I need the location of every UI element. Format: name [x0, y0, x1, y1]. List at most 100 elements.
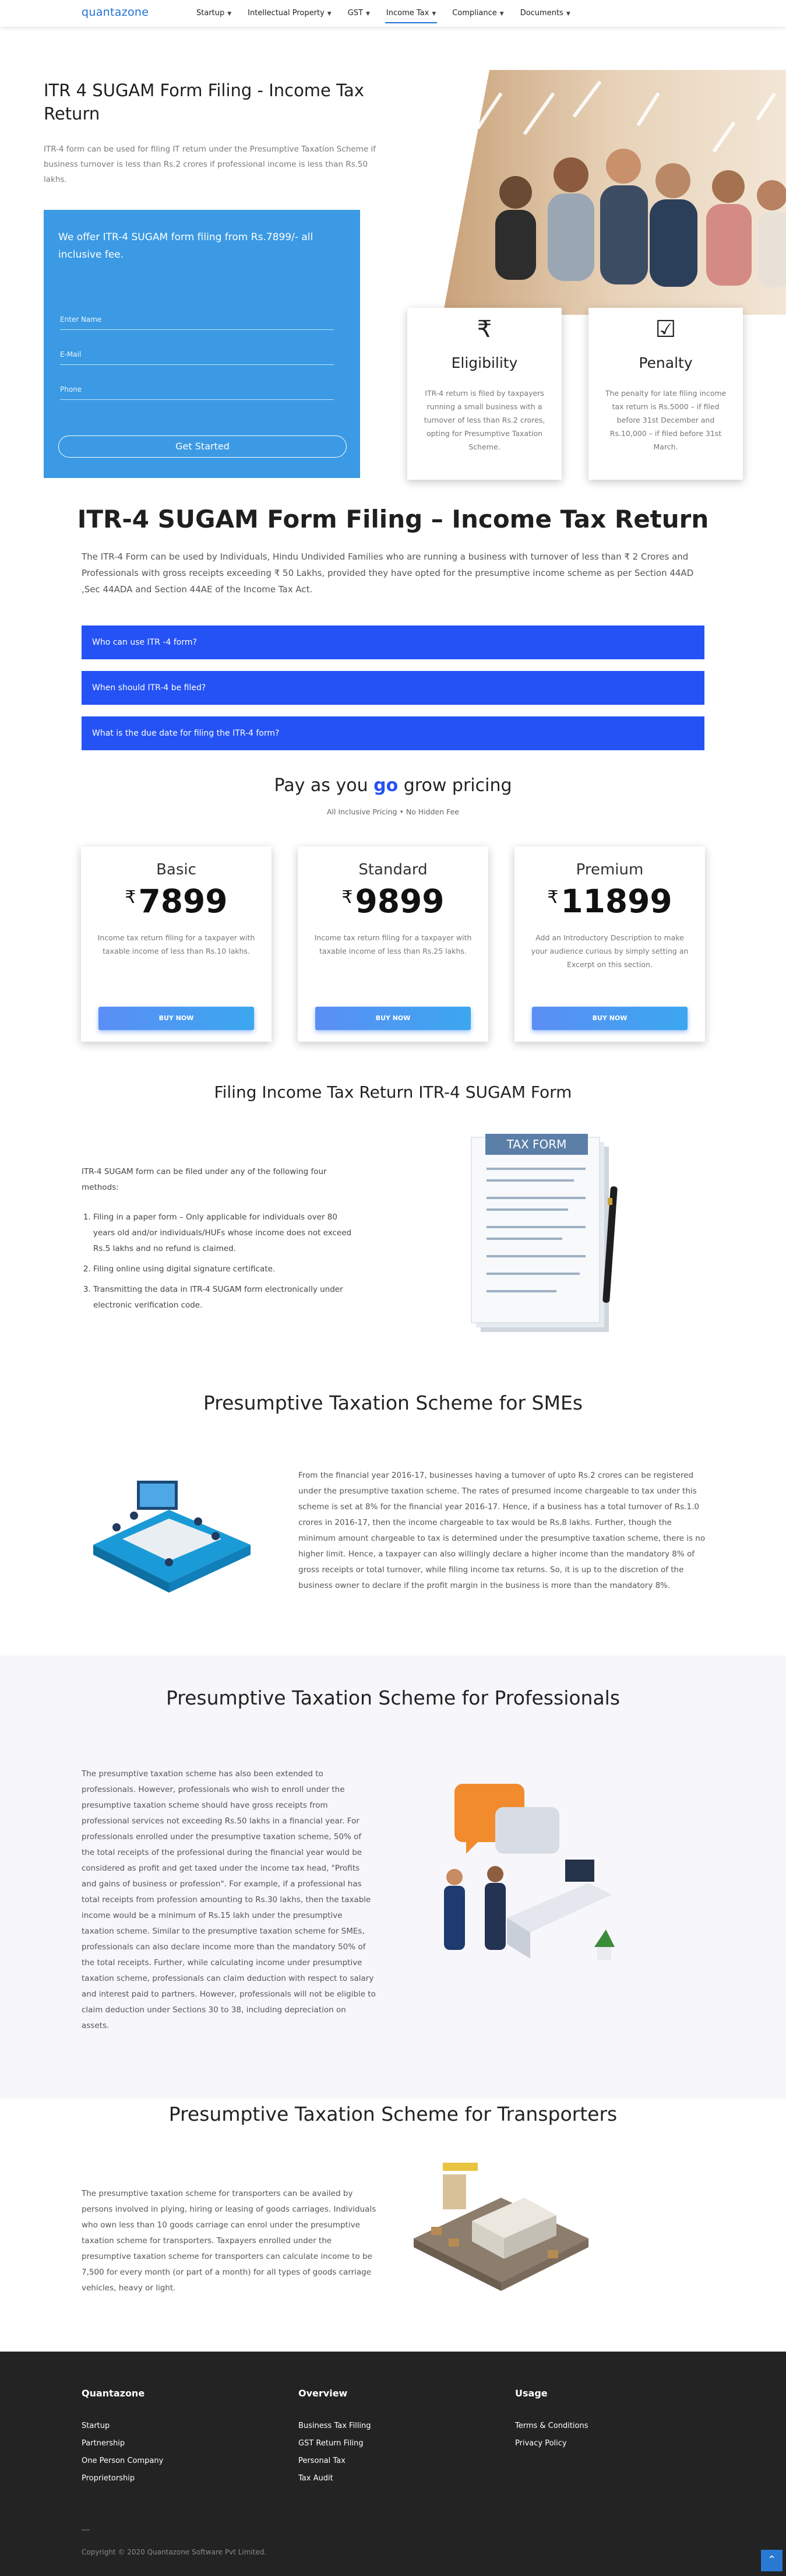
currency-symbol: ₹	[341, 887, 353, 908]
nav-label: Intellectual Property	[248, 9, 325, 17]
site-footer: Quantazone Startup Partnership One Perso…	[0, 2352, 786, 2576]
copyright-text: Copyright © 2020 Quantazone Software Pvt…	[82, 2548, 267, 2556]
phone-field[interactable]: Phone	[60, 384, 334, 400]
transporters-text: The presumptive taxation scheme for tran…	[82, 2189, 376, 2293]
buy-now-button[interactable]: BUY NOW	[98, 1007, 254, 1030]
plan-name: Premium	[576, 861, 644, 878]
get-started-button[interactable]: Get Started	[58, 435, 347, 458]
footer-link[interactable]: One Person Company	[82, 2456, 163, 2465]
nav-item-startup[interactable]: Startup ▼	[188, 0, 239, 27]
card-text: ITR-4 return is filed by taxpayers runni…	[424, 389, 545, 451]
price-value: 11899	[561, 883, 672, 920]
plan-price: ₹7899	[81, 883, 272, 920]
faq-item[interactable]: Who can use ITR -4 form?	[82, 625, 704, 659]
chevron-down-icon: ▼	[227, 11, 232, 17]
hero-title: ITR 4 SUGAM Form Filing - Income Tax Ret…	[44, 80, 364, 124]
rupee-icon: ₹	[477, 316, 492, 343]
penalty-card: ☑ Penalty The penalty for late filing in…	[588, 308, 743, 480]
footer-link[interactable]: Startup	[82, 2422, 110, 2430]
plan-name: Standard	[358, 861, 428, 878]
nav-item-documents[interactable]: Documents ▼	[512, 0, 579, 27]
chevron-down-icon: ▼	[327, 11, 332, 17]
buy-now-button[interactable]: BUY NOW	[315, 1007, 471, 1030]
footer-link[interactable]: Personal Tax	[298, 2456, 346, 2465]
smes-text: From the financial year 2016-17, busines…	[298, 1471, 706, 1590]
buy-now-button[interactable]: BUY NOW	[532, 1007, 688, 1030]
plan-card-standard: Standard ₹9899 Income tax return filing …	[298, 846, 488, 1042]
footer-link[interactable]: Proprietorship	[82, 2474, 135, 2483]
filing-title: Filing Income Tax Return ITR-4 SUGAM For…	[214, 1083, 572, 1102]
pricing-subtitle: All Inclusive Pricing • No Hidden Fee	[326, 807, 460, 816]
plan-desc: Add an Introductory Description to make …	[531, 933, 689, 969]
footer-link[interactable]: Partnership	[82, 2439, 125, 2448]
nav-label: Startup	[196, 9, 225, 17]
plan-card-premium: Premium ₹11899 Add an Introductory Descr…	[514, 846, 705, 1042]
plan-name: Basic	[156, 861, 196, 878]
plan-desc: Income tax return filing for a taxpayer …	[314, 933, 472, 955]
plan-desc: Income tax return filing for a taxpayer …	[97, 933, 255, 955]
footer-link[interactable]: Terms & Conditions	[515, 2422, 588, 2430]
footer-divider	[82, 2529, 90, 2531]
pricing-title-post: grow pricing	[398, 775, 512, 796]
card-title: Eligibility	[451, 354, 518, 371]
price-value: 7899	[138, 883, 228, 920]
nav-label: Income Tax	[386, 9, 429, 17]
eligibility-card: ₹ Eligibility ITR-4 return is filed by t…	[407, 308, 562, 480]
footer-link[interactable]: Tax Audit	[298, 2474, 333, 2483]
main-nav: Startup ▼ Intellectual Property ▼ GST ▼ Inc…	[188, 0, 579, 27]
site-header: quantazone Startup ▼ Intellectual Propert…	[0, 0, 786, 27]
nav-item-intellectual-property[interactable]: Intellectual Property ▼	[239, 0, 340, 27]
nav-label: Documents	[520, 9, 563, 17]
nav-item-compliance[interactable]: Compliance ▼	[444, 0, 512, 27]
brand-logo[interactable]: quantazone	[82, 6, 149, 19]
transporters-title: Presumptive Taxation Scheme for Transpor…	[168, 2103, 618, 2125]
footer-link[interactable]: GST Return Filing	[298, 2439, 364, 2448]
faq-item[interactable]: What is the due date for filing the ITR-…	[82, 716, 704, 750]
pricing-title-go: go	[373, 775, 399, 796]
meeting-illustration	[82, 1457, 256, 1597]
footer-link[interactable]: Privacy Policy	[515, 2439, 567, 2448]
handshake-illustration	[420, 1772, 618, 1982]
chevron-up-icon: ⌃	[767, 2554, 777, 2566]
intro-text: The ITR-4 Form can be used by Individual…	[82, 551, 694, 595]
method-item: Filing in a paper form – Only applicable…	[93, 1210, 361, 1257]
card-text: The penalty for late filing income tax r…	[605, 389, 727, 451]
method-item: Transmitting the data in ITR-4 SUGAM for…	[93, 1282, 361, 1313]
nav-label: Compliance	[452, 9, 497, 17]
professionals-text: The presumptive taxation scheme has also…	[82, 1769, 376, 2030]
offer-text: We offer ITR-4 SUGAM form filing from Rs…	[58, 231, 313, 261]
plan-price: ₹11899	[514, 883, 705, 920]
footer-heading: Quantazone	[82, 2388, 145, 2399]
checkbox-icon: ☑	[655, 316, 676, 343]
currency-symbol: ₹	[547, 887, 559, 908]
nav-item-income-tax[interactable]: Income Tax ▼	[378, 0, 444, 27]
card-title: Penalty	[639, 354, 693, 371]
method-item: Filing online using digital signature ce…	[93, 1261, 361, 1277]
professionals-title: Presumptive Taxation Scheme for Professi…	[165, 1686, 621, 1709]
transport-illustration	[408, 2151, 594, 2303]
nav-label: GST	[347, 9, 363, 17]
tax-form-illustration: TAX FORM	[469, 1134, 626, 1338]
email-field[interactable]: E-Mail	[60, 349, 334, 365]
footer-link[interactable]: Business Tax Filling	[298, 2422, 371, 2430]
footer-heading: Usage	[515, 2388, 548, 2399]
pricing-title: Pay as you go grow pricing	[0, 775, 786, 796]
scroll-to-top-button[interactable]: ⌃	[761, 2550, 783, 2571]
name-field[interactable]: Enter Name	[60, 314, 334, 330]
lead-form: We offer ITR-4 SUGAM form filing from Rs…	[44, 210, 360, 478]
chevron-down-icon: ▼	[499, 11, 504, 17]
smes-title: Presumptive Taxation Scheme for SMEs	[203, 1391, 583, 1414]
hero-lead: ITR-4 form can be used for filing IT ret…	[44, 145, 376, 184]
price-value: 9899	[355, 883, 445, 920]
chevron-down-icon: ▼	[365, 11, 370, 17]
chevron-down-icon: ▼	[432, 11, 436, 17]
footer-heading: Overview	[298, 2388, 348, 2399]
tax-form-label: TAX FORM	[506, 1137, 567, 1151]
currency-symbol: ₹	[125, 887, 136, 908]
plan-price: ₹9899	[298, 883, 488, 920]
faq-item[interactable]: When should ITR-4 be filed?	[82, 671, 704, 705]
chevron-down-icon: ▼	[566, 11, 570, 17]
hero-team-photo	[408, 70, 786, 315]
filing-methods: Filing in a paper form – Only applicable…	[93, 1210, 361, 1313]
nav-item-gst[interactable]: GST ▼	[340, 0, 378, 27]
